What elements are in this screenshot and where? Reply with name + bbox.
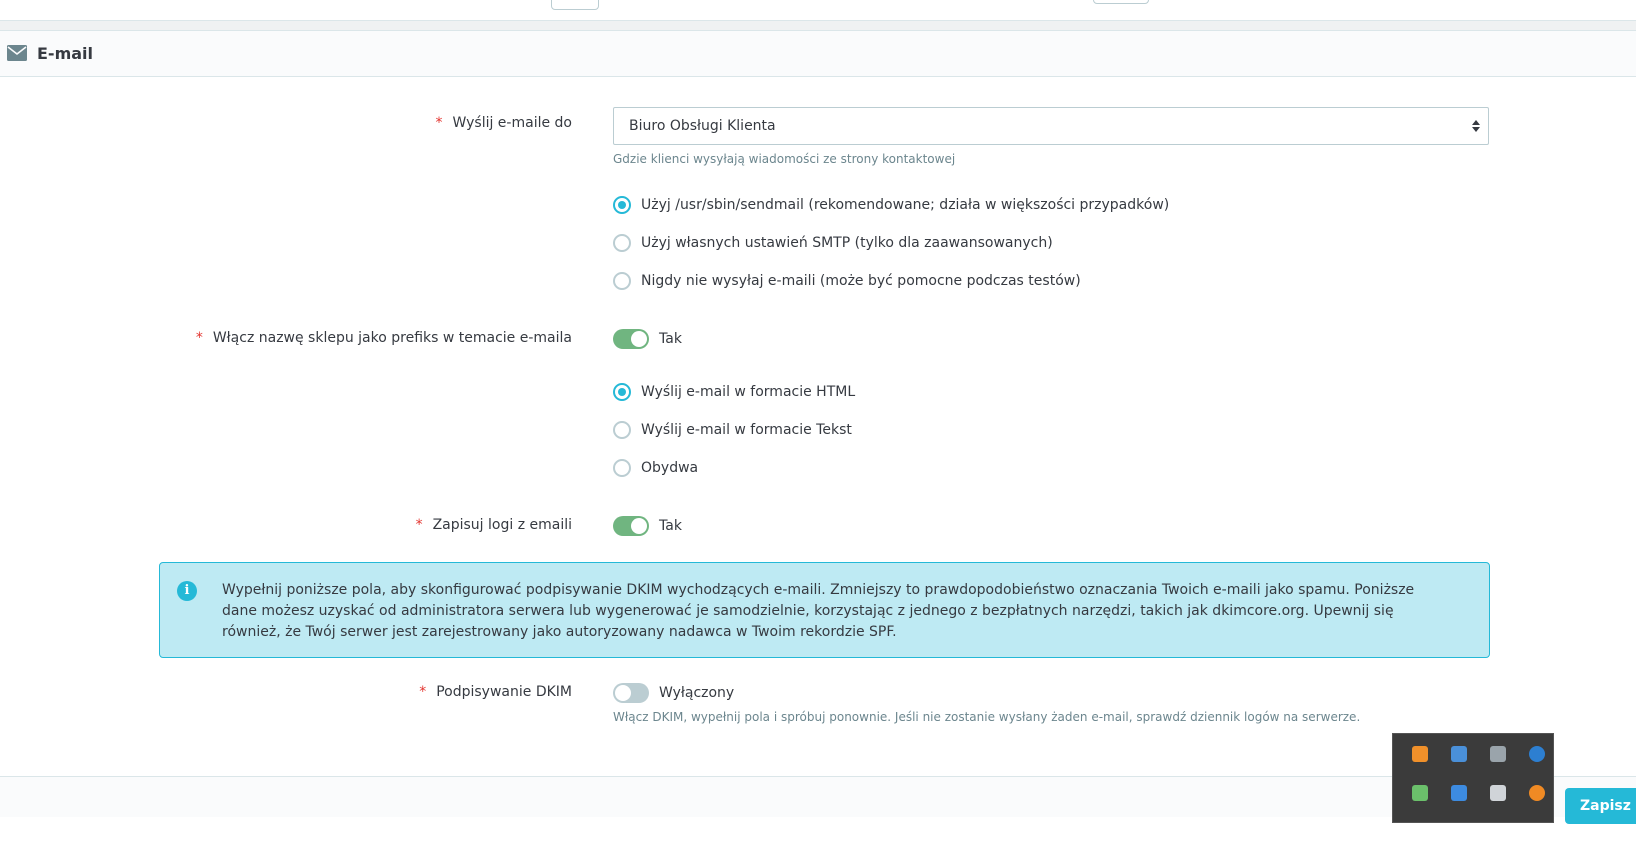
select-arrows-icon <box>1472 120 1480 132</box>
log-emails-label-text: Zapisuj logi z emaili <box>432 517 572 533</box>
radio-label: Użyj własnych ustawień SMTP (tylko dla z… <box>641 235 1053 251</box>
dkim-label: * Podpisywanie DKIM <box>419 684 572 700</box>
send-to-selected-value: Biuro Obsługi Klienta <box>629 118 776 134</box>
radio-button[interactable] <box>613 196 631 214</box>
panel-heading: E-mail <box>0 31 1636 77</box>
system-tray-popup <box>1392 733 1554 823</box>
orange-box-icon[interactable] <box>1412 746 1428 762</box>
required-mark: * <box>419 684 427 700</box>
keyboard-mouse-icon[interactable] <box>1490 746 1506 762</box>
book-icon[interactable] <box>1490 785 1506 801</box>
toggle-knob <box>631 331 647 347</box>
shop-prefix-switch-row[interactable]: Tak <box>613 328 682 350</box>
shop-prefix-toggle[interactable] <box>613 329 649 349</box>
top-control-stub[interactable] <box>551 0 599 10</box>
top-section-edge <box>0 0 1636 21</box>
radio-button[interactable] <box>613 459 631 477</box>
dkim-help: Włącz DKIM, wypełnij pola i spróbuj pono… <box>613 710 1361 724</box>
mail-format-option-html[interactable]: Wyślij e-mail w formacie HTML <box>613 381 855 403</box>
network-icon[interactable] <box>1412 785 1428 801</box>
dkim-info-text: Wypełnij poniższe pola, aby skonfigurowa… <box>222 582 1415 640</box>
envelope-icon <box>7 45 27 61</box>
radio-button[interactable] <box>613 421 631 439</box>
document-icon[interactable] <box>1451 785 1467 801</box>
mail-method-option-smtp[interactable]: Użyj własnych ustawień SMTP (tylko dla z… <box>613 232 1053 254</box>
mail-format-option-both[interactable]: Obydwa <box>613 457 698 479</box>
radio-label: Obydwa <box>641 460 699 476</box>
dkim-label-text: Podpisywanie DKIM <box>436 684 572 700</box>
top-control-stub[interactable] <box>1093 0 1149 4</box>
send-to-select[interactable]: Biuro Obsługi Klienta <box>613 107 1489 145</box>
dkim-info-alert: i Wypełnij poniższe pola, aby skonfiguro… <box>159 562 1490 658</box>
shop-prefix-state: Tak <box>659 331 682 347</box>
radio-label: Nigdy nie wysyłaj e-maili (może być pomo… <box>641 273 1081 289</box>
toggle-knob <box>631 518 647 534</box>
radio-button[interactable] <box>613 383 631 401</box>
panel-title: E-mail <box>37 44 94 63</box>
log-emails-toggle[interactable] <box>613 516 649 536</box>
info-icon: i <box>177 581 197 601</box>
save-button[interactable]: Zapisz <box>1565 788 1636 824</box>
mail-method-option-sendmail[interactable]: Użyj /usr/sbin/sendmail (rekomendowane; … <box>613 194 1169 216</box>
required-mark: * <box>415 517 423 533</box>
globe-icon[interactable] <box>1529 746 1545 762</box>
log-emails-label: * Zapisuj logi z emaili <box>416 517 572 533</box>
log-emails-state: Tak <box>659 518 682 534</box>
required-mark: * <box>435 115 443 131</box>
monitor-icon[interactable] <box>1451 746 1467 762</box>
radio-button[interactable] <box>613 272 631 290</box>
radio-label: Wyślij e-mail w formacie HTML <box>641 384 856 400</box>
dkim-switch-row[interactable]: Wyłączony <box>613 682 734 704</box>
panel-footer <box>0 776 1636 817</box>
required-mark: * <box>195 330 203 346</box>
radio-label: Wyślij e-mail w formacie Tekst <box>641 422 852 438</box>
send-to-label-text: Wyślij e-maile do <box>452 115 572 131</box>
radio-button[interactable] <box>613 234 631 252</box>
toggle-knob <box>615 685 631 701</box>
mail-format-option-text[interactable]: Wyślij e-mail w formacie Tekst <box>613 419 852 441</box>
orange-circle-icon[interactable] <box>1529 785 1545 801</box>
mail-method-option-never[interactable]: Nigdy nie wysyłaj e-maili (może być pomo… <box>613 270 1081 292</box>
send-to-help: Gdzie klienci wysyłają wiadomości ze str… <box>613 152 956 166</box>
shop-prefix-label-text: Włącz nazwę sklepu jako prefiks w temaci… <box>212 330 572 346</box>
dkim-toggle[interactable] <box>613 683 649 703</box>
send-to-label: * Wyślij e-maile do <box>436 115 572 131</box>
shop-prefix-label: * Włącz nazwę sklepu jako prefiks w temac… <box>196 330 572 346</box>
dkim-state: Wyłączony <box>659 685 735 701</box>
log-emails-switch-row[interactable]: Tak <box>613 515 682 537</box>
radio-label: Użyj /usr/sbin/sendmail (rekomendowane; … <box>641 197 1170 213</box>
